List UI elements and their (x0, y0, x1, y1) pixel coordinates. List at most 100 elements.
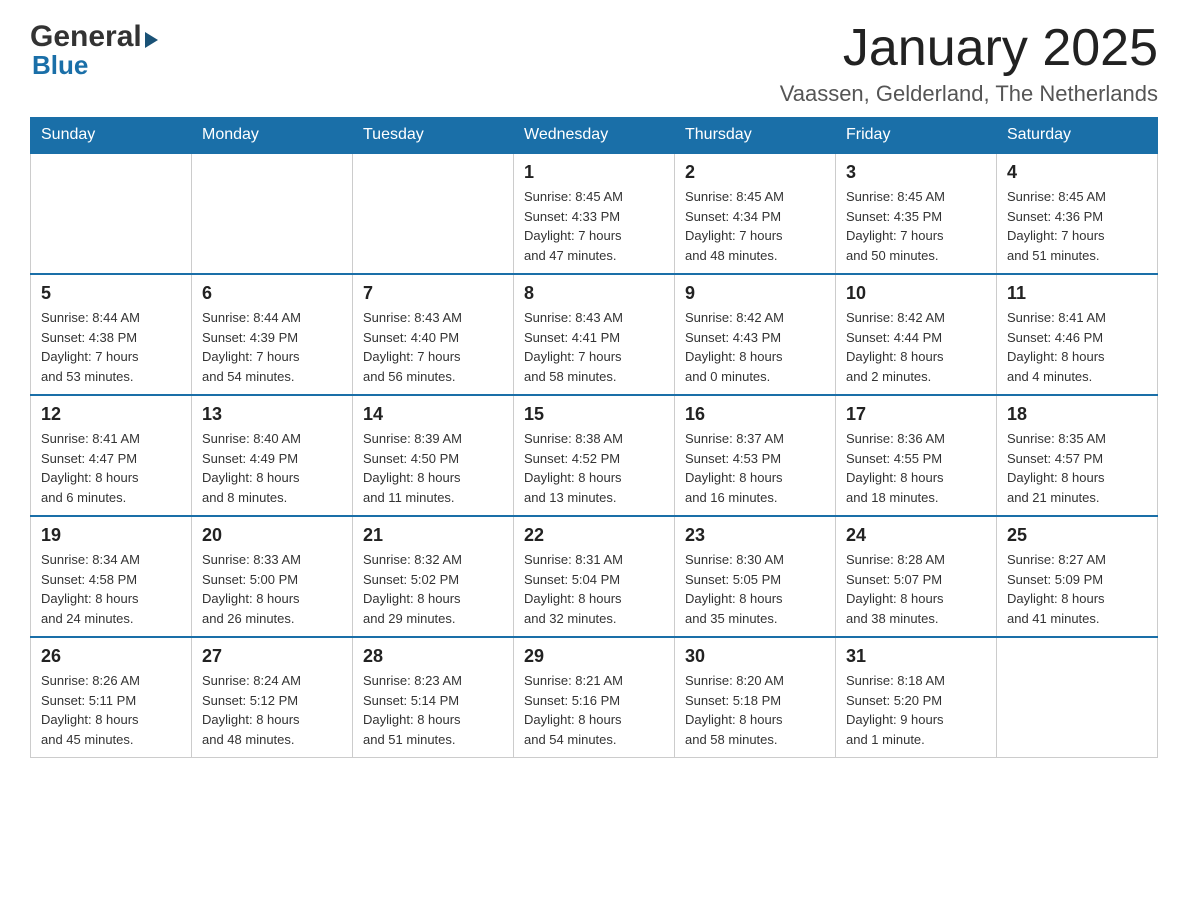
day-number: 21 (363, 525, 503, 546)
day-info: Sunrise: 8:31 AM Sunset: 5:04 PM Dayligh… (524, 550, 664, 628)
calendar-cell: 25 Sunrise: 8:27 AM Sunset: 5:09 PM Dayli… (997, 516, 1158, 637)
day-number: 1 (524, 162, 664, 183)
day-number: 16 (685, 404, 825, 425)
title-block: January 2025 Vaassen, Gelderland, The Ne… (780, 20, 1158, 107)
calendar-cell: 10 Sunrise: 8:42 AM Sunset: 4:44 PM Dayli… (836, 274, 997, 395)
day-info: Sunrise: 8:27 AM Sunset: 5:09 PM Dayligh… (1007, 550, 1147, 628)
calendar-cell: 19Sunrise: 8:34 AM Sunset: 4:58 PM Dayli… (31, 516, 192, 637)
day-number: 12 (41, 404, 181, 425)
day-info: Sunrise: 8:30 AM Sunset: 5:05 PM Dayligh… (685, 550, 825, 628)
day-number: 17 (846, 404, 986, 425)
day-info: Sunrise: 8:33 AM Sunset: 5:00 PM Dayligh… (202, 550, 342, 628)
day-number: 9 (685, 283, 825, 304)
day-number: 7 (363, 283, 503, 304)
calendar-week-2: 5Sunrise: 8:44 AM Sunset: 4:38 PM Daylig… (31, 274, 1158, 395)
day-number: 28 (363, 646, 503, 667)
calendar-cell: 29 Sunrise: 8:21 AM Sunset: 5:16 PM Dayli… (514, 637, 675, 758)
calendar-week-5: 26Sunrise: 8:26 AM Sunset: 5:11 PM Dayli… (31, 637, 1158, 758)
day-number: 8 (524, 283, 664, 304)
calendar-cell: 16 Sunrise: 8:37 AM Sunset: 4:53 PM Dayli… (675, 395, 836, 516)
calendar-cell: 8 Sunrise: 8:43 AM Sunset: 4:41 PM Daylig… (514, 274, 675, 395)
calendar-table: SundayMondayTuesdayWednesdayThursdayFrid… (30, 117, 1158, 758)
day-number: 3 (846, 162, 986, 183)
calendar-cell: 11 Sunrise: 8:41 AM Sunset: 4:46 PM Dayli… (997, 274, 1158, 395)
day-info: Sunrise: 8:41 AM Sunset: 4:47 PM Dayligh… (41, 429, 181, 507)
calendar-cell: 13 Sunrise: 8:40 AM Sunset: 4:49 PM Dayli… (192, 395, 353, 516)
calendar-cell: 12 Sunrise: 8:41 AM Sunset: 4:47 PM Dayli… (31, 395, 192, 516)
day-info: Sunrise: 8:32 AM Sunset: 5:02 PM Dayligh… (363, 550, 503, 628)
day-number: 26 (41, 646, 181, 667)
day-number: 18 (1007, 404, 1147, 425)
day-info: Sunrise: 8:41 AM Sunset: 4:46 PM Dayligh… (1007, 308, 1147, 386)
calendar-subtitle: Vaassen, Gelderland, The Netherlands (780, 81, 1158, 107)
calendar-cell: 23 Sunrise: 8:30 AM Sunset: 5:05 PM Dayli… (675, 516, 836, 637)
day-number: 11 (1007, 283, 1147, 304)
weekday-header-wednesday: Wednesday (514, 118, 675, 154)
calendar-cell: 14 Sunrise: 8:39 AM Sunset: 4:50 PM Dayli… (353, 395, 514, 516)
calendar-cell: 4 Sunrise: 8:45 AM Sunset: 4:36 PM Daylig… (997, 153, 1158, 274)
calendar-cell (31, 153, 192, 274)
day-info: Sunrise: 8:42 AM Sunset: 4:44 PM Dayligh… (846, 308, 986, 386)
day-info: Sunrise: 8:45 AM Sunset: 4:34 PM Dayligh… (685, 187, 825, 265)
calendar-cell: 22 Sunrise: 8:31 AM Sunset: 5:04 PM Dayli… (514, 516, 675, 637)
weekday-header-sunday: Sunday (31, 118, 192, 154)
logo-blue-text: Blue (32, 50, 88, 81)
day-info: Sunrise: 8:23 AM Sunset: 5:14 PM Dayligh… (363, 671, 503, 749)
calendar-cell: 1 Sunrise: 8:45 AM Sunset: 4:33 PM Daylig… (514, 153, 675, 274)
calendar-cell (353, 153, 514, 274)
calendar-week-1: 1 Sunrise: 8:45 AM Sunset: 4:33 PM Daylig… (31, 153, 1158, 274)
day-number: 30 (685, 646, 825, 667)
logo: General Blue (30, 20, 158, 81)
day-info: Sunrise: 8:42 AM Sunset: 4:43 PM Dayligh… (685, 308, 825, 386)
day-info: Sunrise: 8:40 AM Sunset: 4:49 PM Dayligh… (202, 429, 342, 507)
day-info: Sunrise: 8:28 AM Sunset: 5:07 PM Dayligh… (846, 550, 986, 628)
day-number: 2 (685, 162, 825, 183)
weekday-header-row: SundayMondayTuesdayWednesdayThursdayFrid… (31, 118, 1158, 154)
day-number: 14 (363, 404, 503, 425)
day-info: Sunrise: 8:45 AM Sunset: 4:33 PM Dayligh… (524, 187, 664, 265)
day-number: 29 (524, 646, 664, 667)
day-info: Sunrise: 8:44 AM Sunset: 4:39 PM Dayligh… (202, 308, 342, 386)
calendar-week-3: 12 Sunrise: 8:41 AM Sunset: 4:47 PM Dayli… (31, 395, 1158, 516)
day-info: Sunrise: 8:35 AM Sunset: 4:57 PM Dayligh… (1007, 429, 1147, 507)
day-number: 20 (202, 525, 342, 546)
day-number: 10 (846, 283, 986, 304)
calendar-cell: 2 Sunrise: 8:45 AM Sunset: 4:34 PM Daylig… (675, 153, 836, 274)
day-info: Sunrise: 8:38 AM Sunset: 4:52 PM Dayligh… (524, 429, 664, 507)
day-number: 25 (1007, 525, 1147, 546)
weekday-header-tuesday: Tuesday (353, 118, 514, 154)
day-number: 15 (524, 404, 664, 425)
calendar-cell (192, 153, 353, 274)
day-info: Sunrise: 8:39 AM Sunset: 4:50 PM Dayligh… (363, 429, 503, 507)
calendar-cell: 7Sunrise: 8:43 AM Sunset: 4:40 PM Daylig… (353, 274, 514, 395)
day-info: Sunrise: 8:37 AM Sunset: 4:53 PM Dayligh… (685, 429, 825, 507)
day-number: 23 (685, 525, 825, 546)
day-number: 13 (202, 404, 342, 425)
day-info: Sunrise: 8:24 AM Sunset: 5:12 PM Dayligh… (202, 671, 342, 749)
calendar-cell: 21 Sunrise: 8:32 AM Sunset: 5:02 PM Dayli… (353, 516, 514, 637)
day-number: 4 (1007, 162, 1147, 183)
calendar-cell: 27 Sunrise: 8:24 AM Sunset: 5:12 PM Dayli… (192, 637, 353, 758)
day-number: 27 (202, 646, 342, 667)
day-info: Sunrise: 8:36 AM Sunset: 4:55 PM Dayligh… (846, 429, 986, 507)
day-number: 24 (846, 525, 986, 546)
calendar-week-4: 19Sunrise: 8:34 AM Sunset: 4:58 PM Dayli… (31, 516, 1158, 637)
day-number: 5 (41, 283, 181, 304)
calendar-cell: 28 Sunrise: 8:23 AM Sunset: 5:14 PM Dayli… (353, 637, 514, 758)
day-info: Sunrise: 8:43 AM Sunset: 4:41 PM Dayligh… (524, 308, 664, 386)
day-number: 22 (524, 525, 664, 546)
calendar-cell: 31 Sunrise: 8:18 AM Sunset: 5:20 PM Dayli… (836, 637, 997, 758)
day-info: Sunrise: 8:45 AM Sunset: 4:36 PM Dayligh… (1007, 187, 1147, 265)
weekday-header-saturday: Saturday (997, 118, 1158, 154)
day-info: Sunrise: 8:18 AM Sunset: 5:20 PM Dayligh… (846, 671, 986, 749)
day-info: Sunrise: 8:21 AM Sunset: 5:16 PM Dayligh… (524, 671, 664, 749)
calendar-cell: 30 Sunrise: 8:20 AM Sunset: 5:18 PM Dayli… (675, 637, 836, 758)
day-info: Sunrise: 8:20 AM Sunset: 5:18 PM Dayligh… (685, 671, 825, 749)
logo-general-text: General (30, 20, 142, 54)
calendar-cell (997, 637, 1158, 758)
day-number: 31 (846, 646, 986, 667)
day-number: 19 (41, 525, 181, 546)
calendar-cell: 15 Sunrise: 8:38 AM Sunset: 4:52 PM Dayli… (514, 395, 675, 516)
day-info: Sunrise: 8:45 AM Sunset: 4:35 PM Dayligh… (846, 187, 986, 265)
calendar-cell: 24 Sunrise: 8:28 AM Sunset: 5:07 PM Dayli… (836, 516, 997, 637)
